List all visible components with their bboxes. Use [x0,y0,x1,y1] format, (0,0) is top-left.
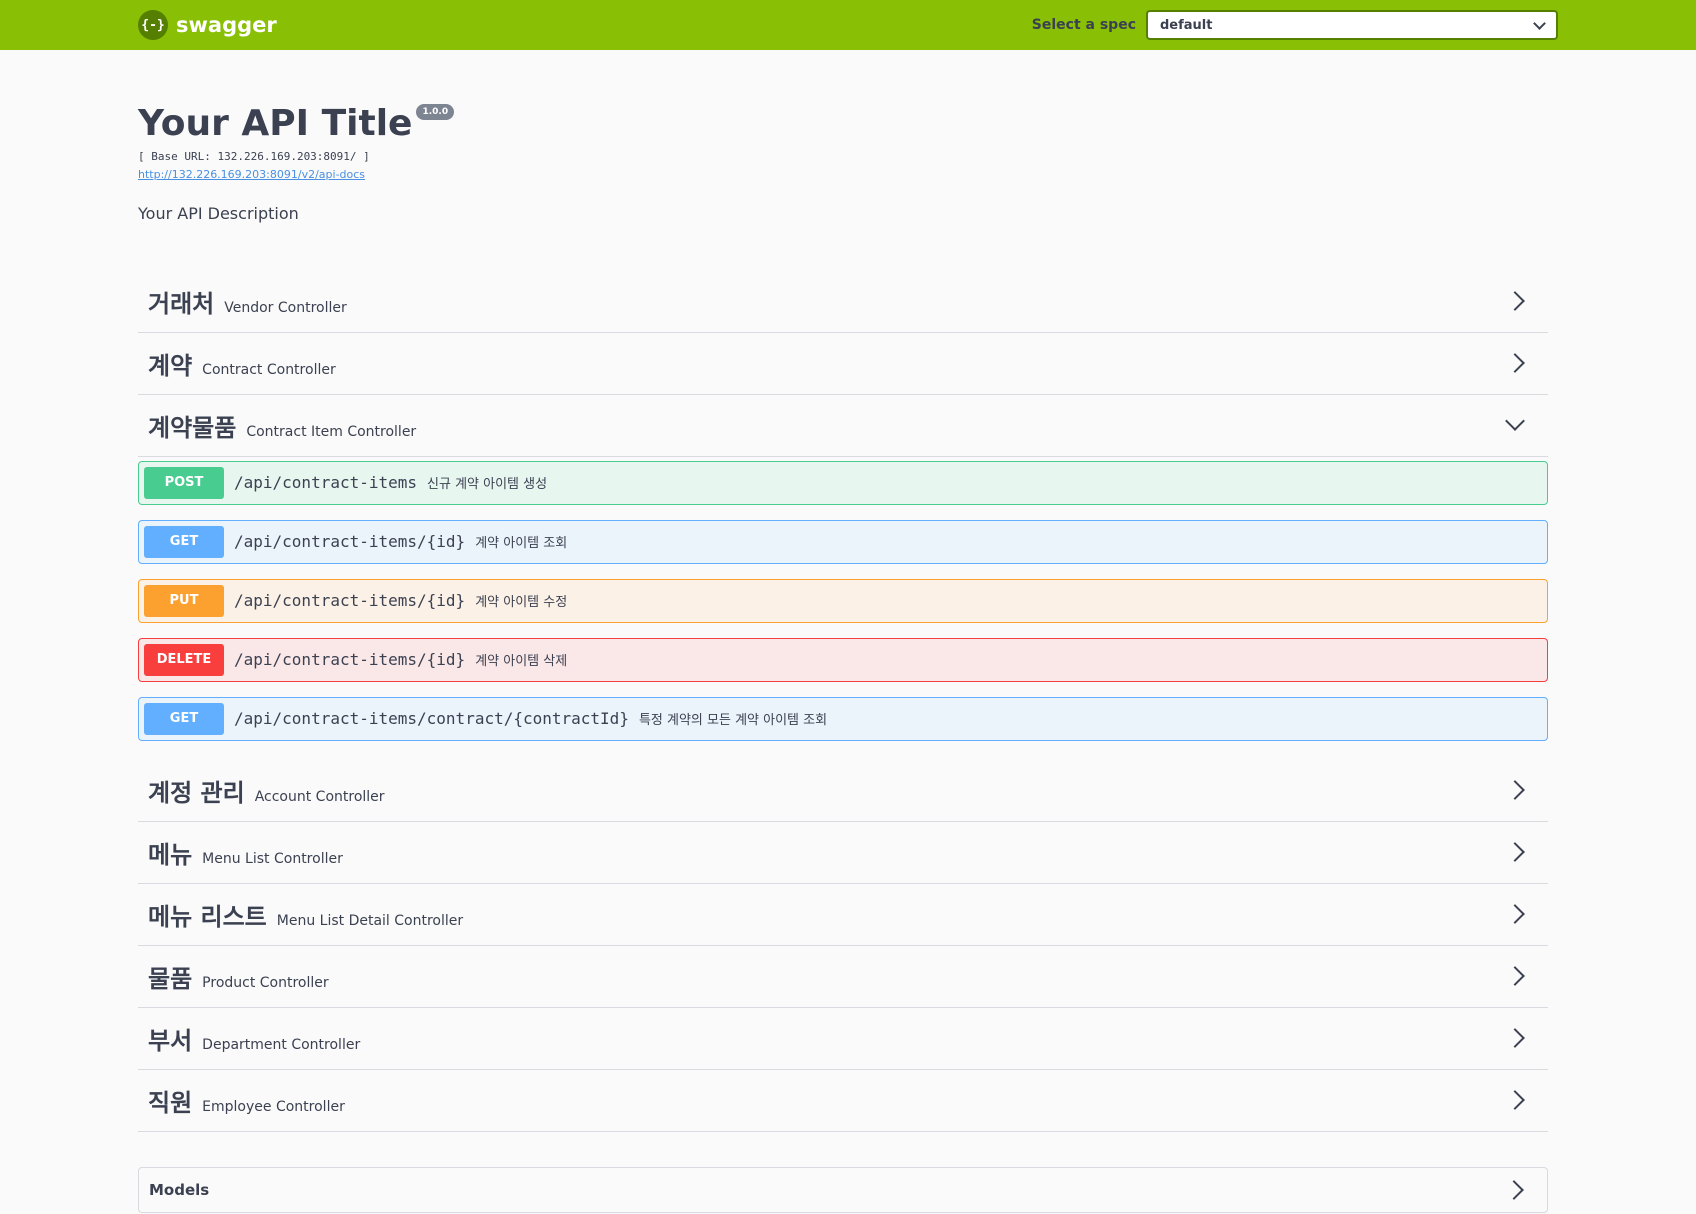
tag-description: Department Controller [202,1036,361,1053]
method-badge: POST [144,466,224,499]
tag-name: 거래처 [148,289,215,318]
chevron-right-icon [1505,966,1525,986]
tag-name: 부서 [148,1026,193,1055]
tag-description: Contract Item Controller [246,423,417,440]
tag-name: 계약 [148,351,193,380]
operation-post-contract-items[interactable]: POST /api/contract-items 신규 계약 아이템 생성 [138,460,1548,505]
tag-description: Menu List Detail Controller [276,912,464,929]
operation-delete-contract-item[interactable]: DELETE /api/contract-items/{id} 계약 아이템 삭… [138,637,1548,682]
api-info: Your API Title 1.0.0 [ Base URL: 132.226… [138,50,1548,223]
tag-name: 계약물품 [148,413,237,442]
page-title: Your API Title [138,103,413,144]
tag-contract-item[interactable]: 계약물품 Contract Item Controller [138,395,1548,457]
chevron-right-icon [1505,1028,1525,1048]
tag-description: Vendor Controller [224,299,347,316]
operation-path: /api/contract-items/{id} [234,650,466,670]
tag-account[interactable]: 계정 관리 Account Controller [138,760,1548,822]
spec-selector: Select a spec default [1032,10,1558,40]
base-url: [ Base URL: 132.226.169.203:8091/ ] [138,149,370,163]
tag-list: 거래처 Vendor Controller 계약 Contract Contro… [138,271,1548,1132]
tag-name: 계정 관리 [148,778,245,807]
api-docs-link[interactable]: http://132.226.169.203:8091/v2/api-docs [138,168,365,181]
chevron-right-icon [1505,904,1525,924]
operation-summary: 계약 아이템 삭제 [475,654,568,670]
topbar: {-} swagger Select a spec default [0,0,1696,50]
tag-name: 직원 [148,1088,193,1117]
operation-path: /api/contract-items/contract/{contractId… [234,709,629,729]
tag-description: Account Controller [254,788,385,805]
operation-get-items-by-contract[interactable]: GET /api/contract-items/contract/{contra… [138,696,1548,741]
brand[interactable]: {-} swagger [138,10,277,40]
chevron-right-icon [1504,1179,1524,1200]
operation-get-contract-item[interactable]: GET /api/contract-items/{id} 계약 아이템 조회 [138,519,1548,564]
operation-summary: 계약 아이템 수정 [475,595,568,611]
tag-name: 물품 [148,964,193,993]
brand-name: swagger [176,13,277,37]
swagger-logo-icon: {-} [138,10,168,40]
operation-summary: 신규 계약 아이템 생성 [427,477,548,493]
method-badge: GET [144,525,224,558]
chevron-right-icon [1505,291,1525,311]
spec-select-value: default [1160,17,1213,33]
spec-select[interactable]: default [1146,10,1558,40]
chevron-down-icon [1505,411,1525,431]
chevron-right-icon [1505,353,1525,373]
tag-product[interactable]: 물품 Product Controller [138,946,1548,1008]
models-section[interactable]: Models [138,1166,1548,1213]
method-badge: DELETE [144,643,224,676]
tag-name: 메뉴 리스트 [148,902,267,931]
method-badge: GET [144,702,224,735]
operation-path: /api/contract-items/{id} [234,532,466,552]
version-badge: 1.0.0 [416,104,455,120]
tag-description: Employee Controller [202,1098,345,1115]
chevron-down-icon [1533,16,1546,30]
tag-name: 메뉴 [148,840,193,869]
operation-path: /api/contract-items [234,473,418,493]
operation-path: /api/contract-items/{id} [234,591,466,611]
chevron-right-icon [1505,1090,1525,1110]
tag-department[interactable]: 부서 Department Controller [138,1008,1548,1070]
operation-list: POST /api/contract-items 신규 계약 아이템 생성 GE… [138,457,1548,760]
chevron-right-icon [1505,842,1525,862]
operation-put-contract-item[interactable]: PUT /api/contract-items/{id} 계약 아이템 수정 [138,578,1548,623]
api-description: Your API Description [138,203,299,223]
tag-menu[interactable]: 메뉴 Menu List Controller [138,822,1548,884]
tag-description: Menu List Controller [202,850,343,867]
tag-contract[interactable]: 계약 Contract Controller [138,333,1548,395]
tag-description: Product Controller [202,974,329,991]
tag-description: Contract Controller [202,361,336,378]
spec-label: Select a spec [1031,17,1136,33]
tag-employee[interactable]: 직원 Employee Controller [138,1070,1548,1132]
tag-vendor[interactable]: 거래처 Vendor Controller [138,271,1548,333]
tag-menu-list[interactable]: 메뉴 리스트 Menu List Detail Controller [138,884,1548,946]
operation-summary: 특정 계약의 모든 계약 아이템 조회 [638,713,828,729]
chevron-right-icon [1505,780,1525,800]
models-title: Models [149,1180,210,1199]
method-badge: PUT [144,584,224,617]
main-content: Your API Title 1.0.0 [ Base URL: 132.226… [128,50,1548,1213]
operation-summary: 계약 아이템 조회 [475,536,568,552]
